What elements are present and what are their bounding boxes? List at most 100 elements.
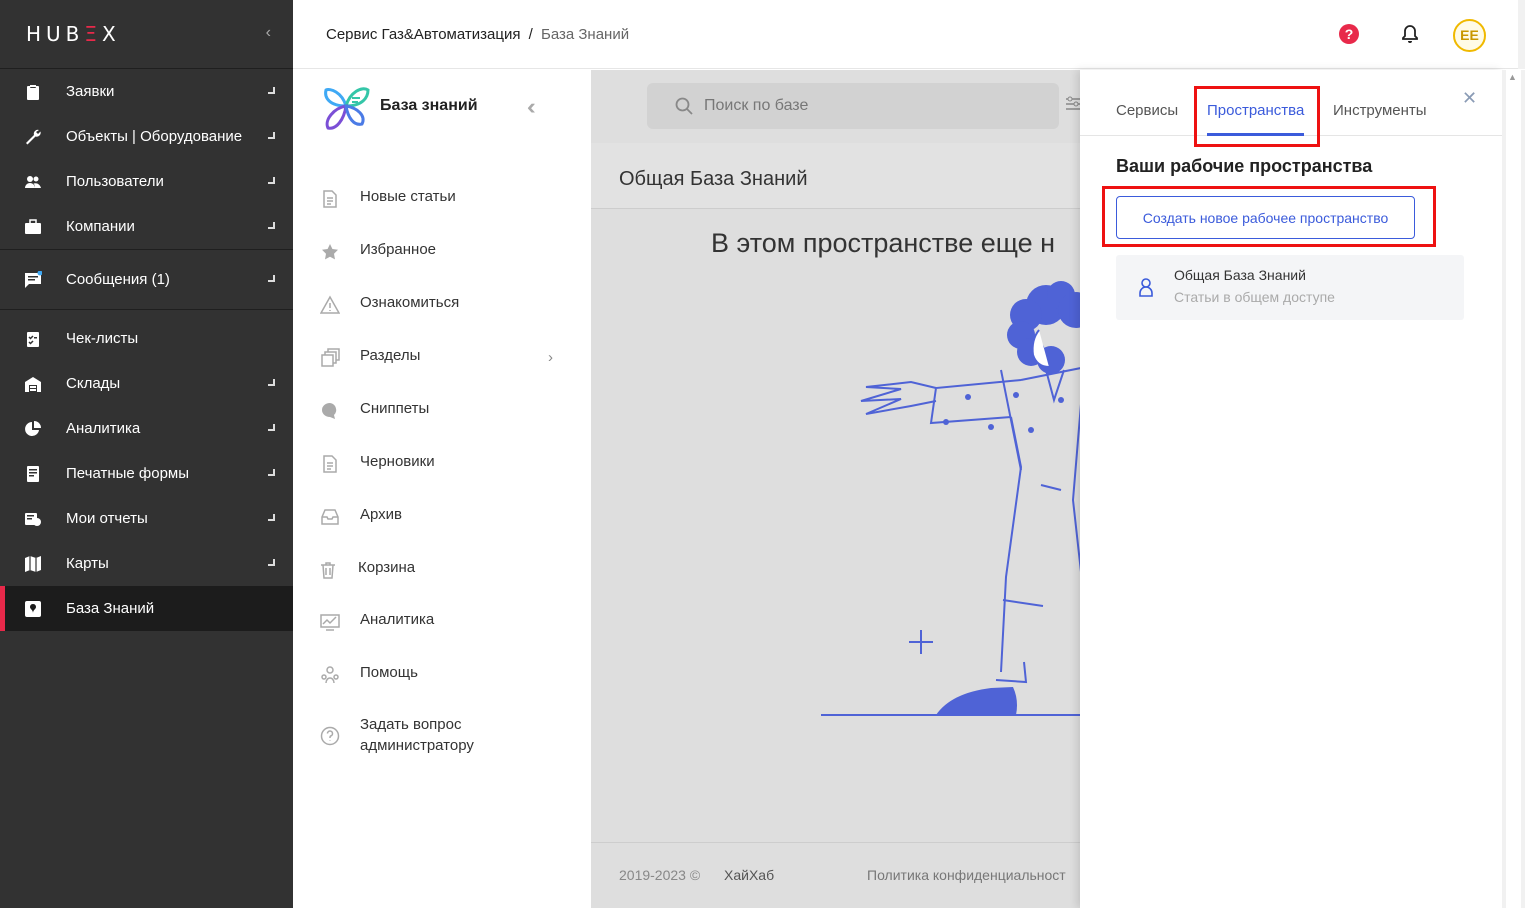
kb-collapse-icon[interactable]: ‹‹ <box>527 94 535 120</box>
warning-icon <box>319 295 341 315</box>
kb-item-label: Ознакомиться <box>360 294 460 311</box>
sidebar-item-label: Аналитика <box>66 420 141 437</box>
kb-item-archive[interactable]: Архив <box>320 506 402 527</box>
users-icon <box>24 173 42 191</box>
kb-item-label: Помощь <box>360 664 418 681</box>
kb-header: База знаний <box>320 80 478 132</box>
archive-icon <box>320 507 340 527</box>
expand-corner-icon <box>268 132 275 139</box>
sidebar-item-label: Пользователи <box>66 173 164 190</box>
sidebar-item-maps[interactable]: Карты <box>0 541 293 586</box>
privacy-policy-link[interactable]: Политика конфиденциальност <box>867 867 1066 883</box>
sidebar-item-label: Сообщения (1) <box>66 271 170 288</box>
breadcrumb-current: База Знаний <box>540 26 630 43</box>
avatar[interactable]: EE <box>1453 19 1486 52</box>
kb-item-label: Корзина <box>358 559 416 576</box>
sidebar-item-print-forms[interactable]: Печатные формы <box>0 451 293 496</box>
analytics-chart-icon <box>320 612 340 632</box>
knowledge-icon <box>24 600 42 618</box>
nav-group-messages: Сообщения (1) <box>0 250 293 310</box>
sidebar-item-warehouses[interactable]: Склады <box>0 361 293 406</box>
sidebar-item-objects[interactable]: Объекты | Оборудование <box>0 114 293 159</box>
logo-row: HUBΞX ‹ <box>0 0 293 69</box>
sidebar-item-label: Объекты | Оборудование <box>66 128 243 145</box>
reports-icon <box>24 510 42 528</box>
section-title: Общая База Знаний <box>619 168 808 190</box>
bell-icon[interactable] <box>1400 24 1420 44</box>
close-icon[interactable]: ✕ <box>1462 88 1477 109</box>
expand-corner-icon <box>268 514 275 521</box>
search-input[interactable]: Поиск по базе <box>647 83 1059 129</box>
sidebar-item-users[interactable]: Пользователи <box>0 159 293 204</box>
kb-item-label: Аналитика <box>360 611 435 628</box>
workspace-card[interactable]: Общая База Знаний Статьи в общем доступе <box>1116 255 1464 320</box>
kb-item-label: Разделы <box>360 347 421 364</box>
sidebar-item-label: Печатные формы <box>66 465 190 482</box>
kb-item-label: Избранное <box>360 241 437 258</box>
sidebar-item-knowledge-base[interactable]: База Знаний <box>0 586 293 631</box>
sidebar-item-my-reports[interactable]: Мои отчеты <box>0 496 293 541</box>
kb-item-favorites[interactable]: Избранное <box>320 241 436 262</box>
sections-icon <box>320 348 340 368</box>
tab-tools[interactable]: Инструменты <box>1333 102 1427 119</box>
help-icon[interactable]: ? <box>1339 24 1359 44</box>
message-icon <box>24 270 42 289</box>
kb-item-acquaint[interactable]: Ознакомиться <box>319 294 460 315</box>
expand-corner-icon <box>268 559 275 566</box>
sidebar-collapse-icon[interactable]: ‹ <box>266 24 271 42</box>
expand-corner-icon <box>268 275 275 282</box>
create-workspace-button[interactable]: Создать новое рабочее пространство <box>1116 196 1415 239</box>
kb-title: База знаний <box>380 97 478 114</box>
page-scrollbar[interactable]: ▲ <box>1502 70 1525 908</box>
sidebar-item-messages[interactable]: Сообщения (1) <box>0 250 293 309</box>
question-circle-icon <box>320 726 340 746</box>
kb-item-trash[interactable]: Корзина <box>318 559 415 580</box>
scroll-up-icon[interactable]: ▲ <box>1508 72 1517 82</box>
breadcrumb-service[interactable]: Сервис Газ&Автоматизация <box>326 26 520 43</box>
workspace-description: Статьи в общем доступе <box>1174 289 1335 305</box>
filter-sliders-icon[interactable] <box>1065 95 1080 113</box>
kb-butterfly-logo-icon <box>324 87 370 130</box>
breadcrumb-separator: / <box>528 26 533 43</box>
expand-corner-icon <box>268 424 275 431</box>
empty-state-illustration <box>821 281 1080 716</box>
expand-corner-icon <box>268 379 275 386</box>
speech-bubble-icon <box>320 401 340 421</box>
kb-item-analytics[interactable]: Аналитика <box>320 611 434 632</box>
kb-item-new-articles[interactable]: Новые статьи <box>320 188 456 209</box>
sidebar-item-label: Чек-листы <box>66 330 139 347</box>
sidebar-item-label: Мои отчеты <box>66 510 148 527</box>
breadcrumb: Сервис Газ&Автоматизация / База Знаний <box>326 26 629 43</box>
tab-services[interactable]: Сервисы <box>1116 102 1178 119</box>
company-link[interactable]: ХайХаб <box>724 867 774 883</box>
sidebar-item-label: Карты <box>66 555 109 572</box>
checklist-icon <box>24 330 42 348</box>
expand-corner-icon <box>268 87 275 94</box>
sidebar-item-companies[interactable]: Компании <box>0 204 293 249</box>
expand-corner-icon <box>268 469 275 476</box>
clipboard-icon <box>24 83 42 101</box>
kb-item-snippets[interactable]: Сниппеты <box>320 400 429 421</box>
kb-item-help[interactable]: Помощь <box>320 664 418 685</box>
kb-item-label: Черновики <box>360 453 435 470</box>
person-icon <box>1139 278 1153 297</box>
sidebar-item-label: Склады <box>66 375 121 392</box>
empty-state-message: В этом пространстве еще н <box>711 228 1056 258</box>
sidebar-item-analytics[interactable]: Аналитика <box>0 406 293 451</box>
kb-item-label: Сниппеты <box>360 400 430 417</box>
main-content: Поиск по базе Общая База Знаний В этом п… <box>591 70 1080 908</box>
scrollbar-thumb[interactable] <box>1506 70 1521 908</box>
print-form-icon <box>24 465 42 483</box>
sidebar-item-label: Компании <box>66 218 135 235</box>
expand-corner-icon <box>268 222 275 229</box>
sidebar-item-label: Заявки <box>66 83 115 100</box>
kb-item-ask-admin[interactable]: Задать вопрос администратору <box>320 714 550 756</box>
hubex-logo[interactable]: HUBΞX <box>26 22 121 46</box>
copyright-text: 2019-2023 © <box>619 867 701 883</box>
kb-item-drafts[interactable]: Черновики <box>320 453 435 474</box>
panel-heading: Ваши рабочие пространства <box>1116 156 1373 176</box>
sidebar-item-requests[interactable]: Заявки <box>0 69 293 114</box>
help-people-icon <box>320 665 340 685</box>
sidebar-item-checklists[interactable]: Чек-листы <box>0 316 293 361</box>
kb-item-sections[interactable]: Разделы › <box>320 347 553 368</box>
